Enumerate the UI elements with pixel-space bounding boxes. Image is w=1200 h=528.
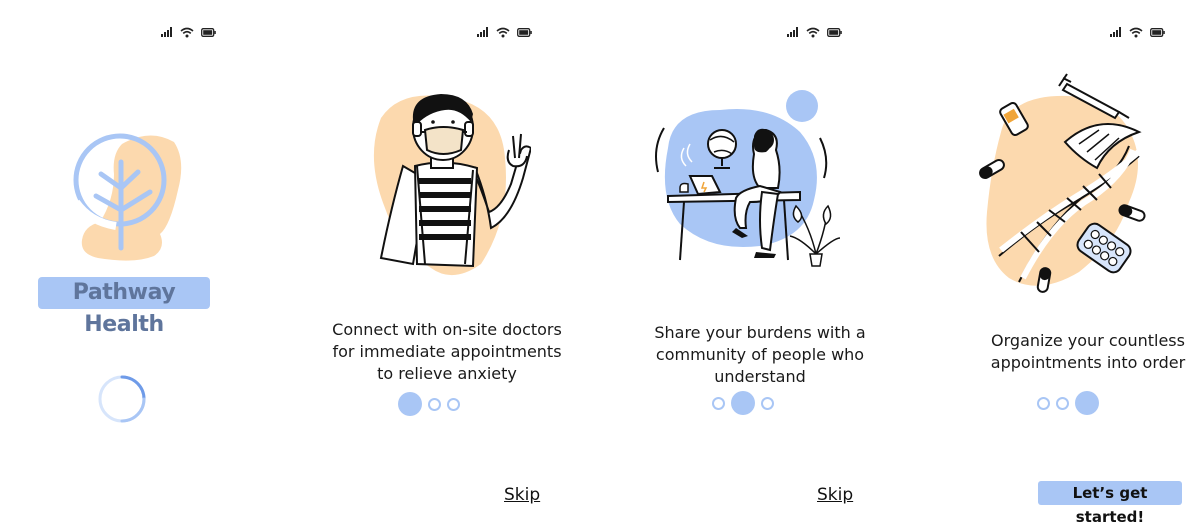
status-bar (477, 25, 532, 39)
masked-doctor-illustration (373, 94, 531, 276)
caption-line: Share your burdens with a (654, 323, 866, 342)
person-at-desk-illustration (655, 90, 840, 267)
onboarding-screen-organize: Organize your countless appointments int… (939, 0, 1200, 528)
page-dot[interactable] (712, 396, 725, 410)
onboarding-flow: Pathway Health Connect with on-site doct… (0, 0, 1200, 528)
get-started-button[interactable]: Let’s get started! (1038, 481, 1182, 526)
skip-button[interactable]: Skip (504, 485, 540, 505)
caption-line: to relieve anxiety (377, 364, 517, 383)
caption-line: community of people who (655, 345, 865, 364)
caption-line: for immediate appointments (332, 342, 562, 361)
signal-icon (477, 27, 488, 37)
medical-dna-illustration (979, 73, 1146, 293)
brand-name: Pathway Health (38, 277, 210, 337)
onboarding-screen-doctors: Connect with on-site doctors for immedia… (313, 0, 613, 528)
skip-button[interactable]: Skip (817, 485, 853, 505)
caption-line: Connect with on-site doctors (332, 320, 562, 339)
page-dot-active[interactable] (731, 391, 755, 415)
status-bar (161, 25, 216, 39)
onboarding-caption: Share your burdens with a community of p… (630, 322, 890, 388)
tree-logo-icon (72, 133, 182, 261)
status-bar (787, 25, 842, 39)
wifi-icon (1129, 27, 1143, 37)
battery-icon (517, 27, 532, 37)
onboarding-caption: Connect with on-site doctors for immedia… (310, 319, 584, 385)
caption-line: understand (714, 367, 806, 386)
onboarding-screen-community: Share your burdens with a community of p… (626, 0, 926, 528)
page-indicator (398, 392, 460, 416)
caption-line: appointments into order (990, 353, 1186, 372)
page-dot[interactable] (761, 396, 774, 410)
wifi-icon (180, 27, 194, 37)
caption-line: Organize your countless (991, 331, 1185, 350)
battery-icon (201, 27, 216, 37)
page-dot[interactable] (1037, 396, 1050, 410)
onboarding-caption: Organize your countless appointments int… (963, 330, 1200, 374)
page-dot-active[interactable] (398, 392, 422, 416)
page-indicator (712, 391, 774, 415)
wifi-icon (806, 27, 820, 37)
page-dot[interactable] (428, 397, 441, 411)
spinner-icon (98, 375, 146, 423)
page-dot-active[interactable] (1075, 391, 1099, 415)
battery-icon (1150, 27, 1165, 37)
page-dot[interactable] (1056, 396, 1069, 410)
signal-icon (1110, 27, 1121, 37)
battery-icon (827, 27, 842, 37)
signal-icon (161, 27, 172, 37)
wifi-icon (496, 27, 510, 37)
splash-screen: Pathway Health (0, 0, 300, 528)
status-bar (1110, 25, 1165, 39)
signal-icon (787, 27, 798, 37)
page-dot[interactable] (447, 397, 460, 411)
page-indicator (1037, 391, 1099, 415)
